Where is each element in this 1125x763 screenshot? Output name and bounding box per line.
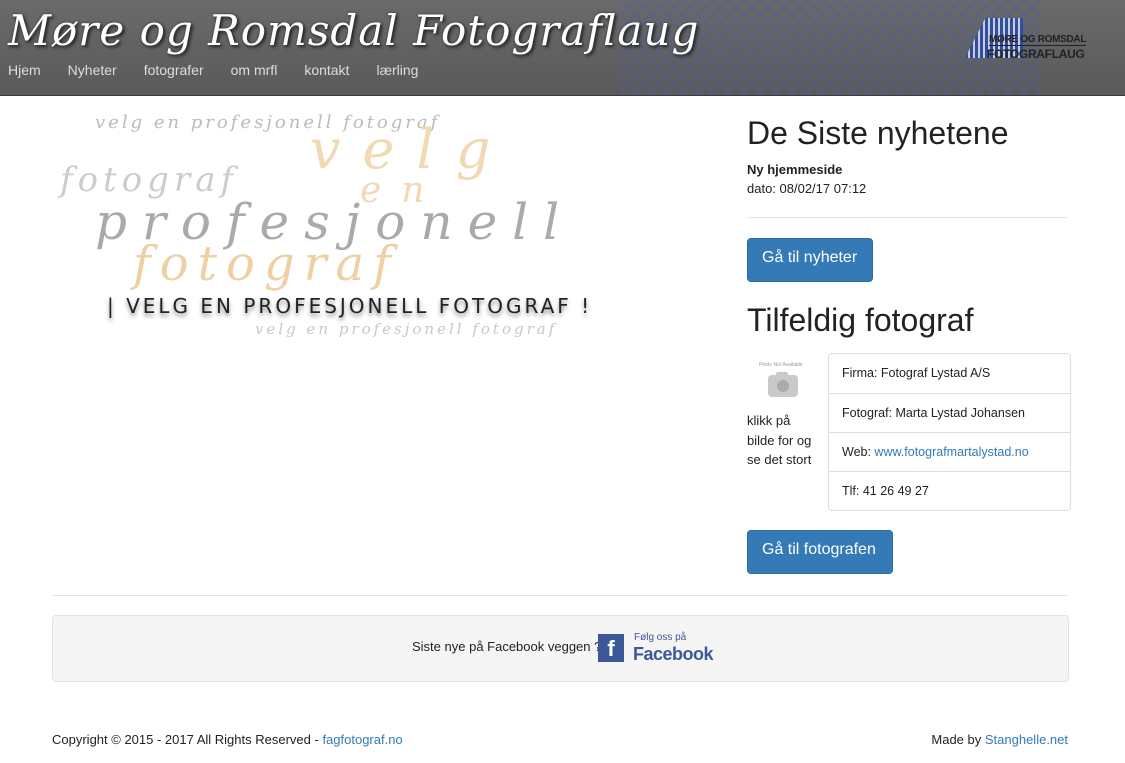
nav-nyheter[interactable]: Nyheter [68, 62, 117, 78]
random-photographer-heading: Tilfeldig fotograf [747, 302, 974, 338]
info-row-web: Web: www.fotografmartalystad.no [829, 432, 1070, 471]
info-row-tlf: Tlf: 41 26 49 27 [829, 471, 1070, 510]
copyright-link[interactable]: fagfotograf.no [322, 732, 402, 747]
news-item-title[interactable]: Ny hjemmeside [747, 162, 842, 177]
info-row-fotograf: Fotograf: Marta Lystad Johansen [829, 393, 1070, 432]
news-item-date: dato: 08/02/17 07:12 [747, 181, 867, 196]
site-header: Møre og Romsdal Fotograflaug Hjem Nyhete… [0, 0, 1125, 96]
hero-caption: | VELG EN PROFESJONELL FOTOGRAF ! [107, 294, 593, 318]
copyright-text: Copyright © 2015 - 2017 All Rights Reser… [52, 732, 323, 747]
fotograf-value: Marta Lystad Johansen [895, 406, 1025, 420]
facebook-badge-big: Facebook [633, 644, 714, 664]
facebook-badge-small: Følg oss på [634, 632, 687, 643]
fotograf-label: Fotograf: [842, 406, 896, 420]
camera-icon [768, 375, 798, 397]
nav-om-mrfl[interactable]: om mrfl [231, 62, 278, 78]
nav-fotografer[interactable]: fotografer [144, 62, 204, 78]
main-nav: Hjem Nyheter fotografer om mrfl kontakt … [8, 62, 445, 78]
made-by-text: Made by [931, 732, 985, 747]
facebook-follow-badge[interactable]: f Følg oss på Facebook [598, 632, 714, 664]
photographer-photo[interactable]: Photo Not Available [752, 362, 814, 404]
go-to-news-button[interactable]: Gå til nyheter [747, 238, 873, 282]
web-label: Web: [842, 445, 875, 459]
firma-label: Firma: [842, 366, 881, 380]
facebook-icon: f [598, 634, 624, 662]
hero-fotograf-large: fotograf [133, 236, 400, 292]
facebook-panel: Siste nye på Facebook veggen ? f Følg os… [52, 615, 1069, 682]
photo-placeholder-text: Photo Not Available [759, 362, 803, 368]
nav-kontakt[interactable]: kontakt [304, 62, 349, 78]
logo-text-line2: FOTOGRAFLAUG [987, 47, 1085, 61]
news-heading: De Siste nyhetene [747, 115, 1009, 151]
firma-value: Fotograf Lystad A/S [880, 366, 991, 380]
logo-text-line1: MØRE OG ROMSDAL [989, 34, 1087, 46]
nav-laerling[interactable]: lærling [376, 62, 418, 78]
info-row-firma: Firma: Fotograf Lystad A/S [829, 354, 1070, 393]
tlf-value: 41 26 49 27 [862, 484, 929, 498]
content-divider [52, 595, 1068, 596]
footer-made-by: Made by Stanghelle.net [931, 732, 1068, 747]
hero-script-bottom: velg en profesjonell fotograf [255, 320, 558, 338]
photo-click-hint: klikk på bilde for og se det stort [747, 413, 812, 467]
web-link[interactable]: www.fotografmartalystad.no [874, 445, 1028, 459]
hero-graphic: velg en profesjonell fotograf velg fotog… [55, 98, 615, 348]
tlf-label: Tlf: [842, 484, 863, 498]
news-divider [747, 217, 1068, 218]
site-logo[interactable]: MØRE OG ROMSDAL FOTOGRAFLAUG [965, 14, 1100, 64]
facebook-text: Siste nye på Facebook veggen ? [412, 639, 602, 654]
photographer-info-table: Firma: Fotograf Lystad A/S Fotograf: Mar… [828, 353, 1071, 511]
go-to-photographer-button[interactable]: Gå til fotografen [747, 530, 893, 574]
made-by-link[interactable]: Stanghelle.net [985, 732, 1068, 747]
site-title[interactable]: Møre og Romsdal Fotograflaug [8, 6, 699, 55]
footer-copyright: Copyright © 2015 - 2017 All Rights Reser… [52, 732, 403, 747]
nav-hjem[interactable]: Hjem [8, 62, 41, 78]
